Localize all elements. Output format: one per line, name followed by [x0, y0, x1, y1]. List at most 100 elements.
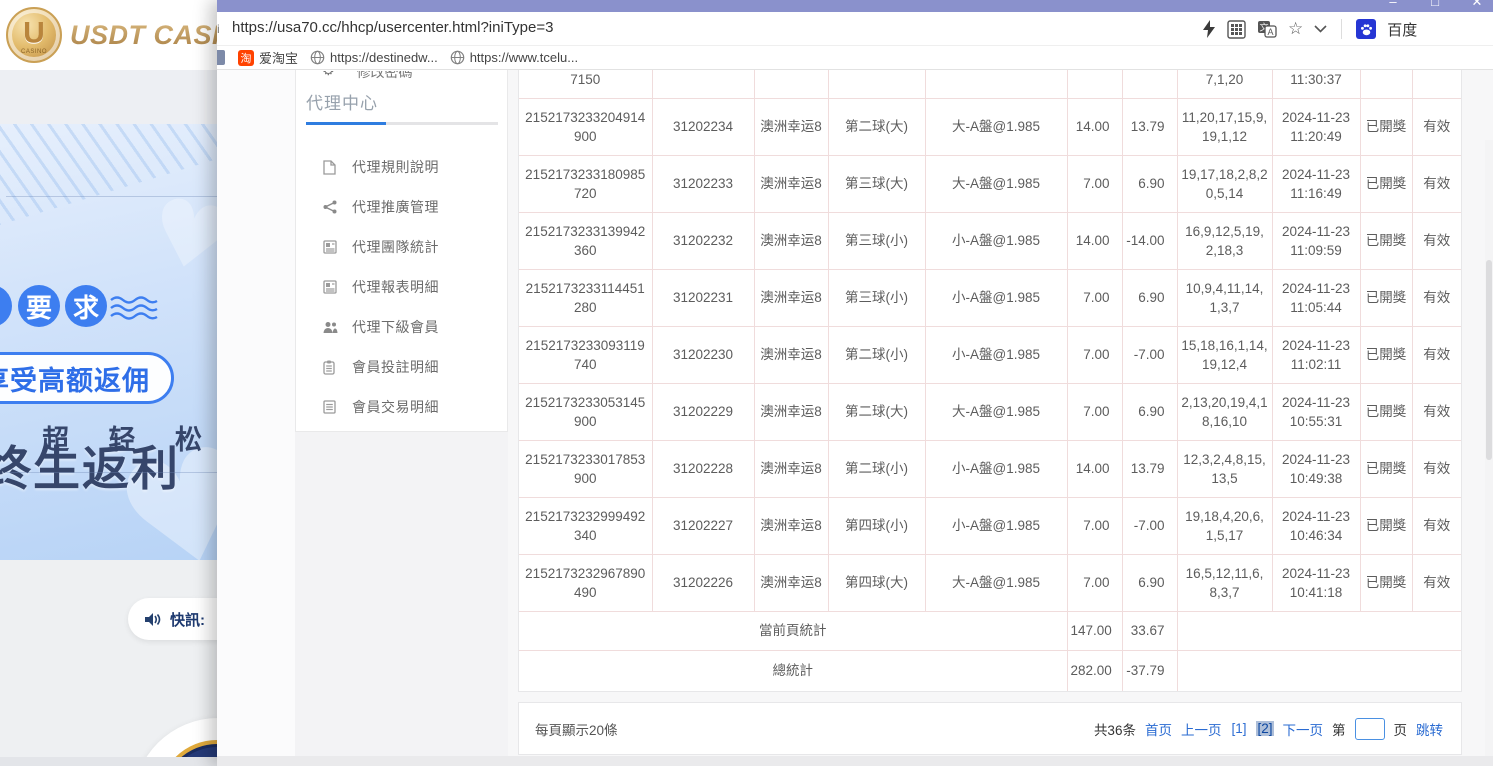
cell-time: 2024-11-23 10:46:34 [1272, 497, 1360, 554]
banner-badge: 求 [65, 285, 107, 327]
cell-game: 澳洲幸运8 [754, 497, 828, 554]
cell-winloss: -7.00 [1122, 497, 1177, 554]
cell-result: 16,5,12,11,6,8,3,7 [1177, 554, 1272, 611]
browser-window: – □ ✕ i https://usa70.cc/hhcp/usercenter… [217, 0, 1493, 766]
cell-time: 2024-11-23 10:55:31 [1272, 383, 1360, 440]
cell-time: 2024-11-23 10:49:38 [1272, 440, 1360, 497]
bet-records-table: 7150 7,1,20 11:30:37 2152173233204914900… [518, 70, 1462, 692]
cell-valid: 有效 [1412, 212, 1461, 269]
prev-page-link[interactable]: 上一页 [1181, 719, 1222, 739]
search-engine-label[interactable]: 百度 [1387, 19, 1417, 40]
sidebar-item-member-transactions[interactable]: 會員交易明細 [296, 393, 509, 421]
cell-amount: 14.00 [1067, 98, 1122, 155]
cell-result: 19,17,18,2,8,20,5,14 [1177, 155, 1272, 212]
cell-amount: 7.00 [1067, 155, 1122, 212]
cell-valid: 有效 [1412, 155, 1461, 212]
bookmark-taobao[interactable]: 淘 爱淘宝 [238, 48, 298, 67]
cell-order: 7150 [519, 70, 652, 98]
cell-game: 澳洲幸运8 [754, 155, 828, 212]
header-spacer [0, 70, 240, 124]
bookmark-link[interactable]: https://www.tcelu... [450, 50, 578, 65]
page-number-1[interactable]: [1] [1230, 721, 1247, 736]
divider [6, 472, 232, 473]
table-row: 215217323301785390031202228澳洲幸运8第二球(小)小-… [519, 440, 1461, 497]
page-number-2-active[interactable]: [2] [1256, 721, 1273, 736]
next-page-link[interactable]: 下一页 [1283, 719, 1324, 739]
cell-play: 第二球(小) [828, 440, 925, 497]
sidebar-item-team-stats[interactable]: 代理團隊統計 [296, 233, 509, 261]
sidebar-item-downline-members[interactable]: 代理下級會員 [296, 313, 509, 341]
cell-game: 澳洲幸运8 [754, 383, 828, 440]
table-row: 215217323320491490031202234澳洲幸运8第二球(大)大-… [519, 98, 1461, 155]
url-input[interactable]: https://usa70.cc/hhcp/usercenter.html?in… [232, 19, 553, 36]
svg-text:A: A [1267, 27, 1273, 37]
cell-amount: 7.00 [1067, 269, 1122, 326]
vertical-scrollbar[interactable] [1485, 140, 1493, 756]
page-jump-input[interactable] [1355, 718, 1385, 740]
pagination-bar: 每頁顯示20條 共36条 首页 上一页 [1] [2] 下一页 第 页 跳转 [518, 702, 1462, 755]
banner-badge: 要 [18, 285, 60, 327]
cell-result: 7,1,20 [1177, 70, 1272, 98]
document-icon [323, 160, 338, 175]
cell-order: 2152173233093119740 [519, 326, 652, 383]
cell-issue: 31202231 [652, 269, 754, 326]
bookmark-link[interactable]: https://destinedw... [310, 50, 438, 65]
sidebar-item-agent-promotion[interactable]: 代理推廣管理 [296, 193, 509, 221]
globe-icon [310, 50, 325, 65]
address-bar: i https://usa70.cc/hhcp/usercenter.html?… [217, 12, 1493, 46]
cell-play: 第三球(小) [828, 212, 925, 269]
cell-content: 小-A盤@1.985 [925, 440, 1067, 497]
cell-result: 11,20,17,15,9,19,1,12 [1177, 98, 1272, 155]
banner-pill: 享受高额返佣 [0, 352, 174, 404]
sidebar-item-agent-rules[interactable]: 代理規則說明 [296, 153, 509, 181]
table-row-clipped: 7150 7,1,20 11:30:37 [519, 70, 1461, 98]
total-summary-row: 總統計 282.00 -37.79 [519, 650, 1461, 691]
agent-sidebar: ⚙修改密碼 代理中心 代理規則說明 代理推廣管理 [295, 70, 508, 432]
cell-status: 已開獎 [1360, 269, 1412, 326]
lightning-icon[interactable] [1202, 20, 1216, 38]
cell-game: 澳洲幸运8 [754, 98, 828, 155]
translate-icon[interactable]: 文 A [1257, 20, 1277, 38]
apps-grid-icon[interactable] [1227, 20, 1246, 39]
users-icon [323, 320, 338, 335]
cell-status: 已開獎 [1360, 326, 1412, 383]
cell-valid: 有效 [1412, 383, 1461, 440]
globe-icon [450, 50, 465, 65]
cell-result: 16,9,12,5,19,2,18,3 [1177, 212, 1272, 269]
cell-amount: 14.00 [1067, 440, 1122, 497]
cell-game: 澳洲幸运8 [754, 212, 828, 269]
cell-issue: 31202233 [652, 155, 754, 212]
browser-titlebar[interactable]: – □ ✕ [217, 0, 1493, 12]
banner-tagline: 超 轻 松 [42, 418, 218, 457]
cell-play: 第三球(小) [828, 269, 925, 326]
cell-winloss: -14.00 [1122, 212, 1177, 269]
cell-status: 已開獎 [1360, 98, 1412, 155]
bookmark-icon-fragment[interactable] [217, 50, 226, 66]
sidebar-item-member-bets[interactable]: 會員投註明細 [296, 353, 509, 381]
close-button[interactable]: ✕ [1469, 0, 1485, 11]
chevron-down-icon[interactable] [1314, 25, 1327, 33]
cell-issue: 31202229 [652, 383, 754, 440]
divider [6, 196, 232, 197]
jump-action-link[interactable]: 跳转 [1416, 719, 1443, 739]
first-page-link[interactable]: 首页 [1145, 719, 1172, 739]
screen: U CASINO USDT CASINO ♥ ♥ 终生返利 要 求 享受高额返佣 [0, 0, 1493, 766]
minimize-button[interactable]: – [1385, 0, 1401, 11]
banner-badge-clipped [0, 285, 12, 327]
baidu-icon[interactable] [1356, 19, 1376, 39]
cell-winloss: 6.90 [1122, 269, 1177, 326]
bookmark-star-icon[interactable]: ☆ [1288, 19, 1303, 39]
page-content: ⚙修改密碼 代理中心 代理規則說明 代理推廣管理 [217, 70, 1493, 756]
cell-winloss: -7.00 [1122, 326, 1177, 383]
cell-content: 小-A盤@1.985 [925, 212, 1067, 269]
maximize-button[interactable]: □ [1427, 0, 1443, 11]
cell-issue: 31202234 [652, 98, 754, 155]
bottom-strip [0, 757, 240, 766]
report-icon [323, 280, 338, 295]
cell-issue: 31202230 [652, 326, 754, 383]
bet-table-body: 7150 7,1,20 11:30:37 2152173233204914900… [519, 70, 1461, 691]
sidebar-item-clipped[interactable]: ⚙修改密碼 [322, 71, 492, 84]
cell-play: 第二球(大) [828, 383, 925, 440]
cell-result: 15,18,16,1,14,19,12,4 [1177, 326, 1272, 383]
sidebar-item-report-detail[interactable]: 代理報表明細 [296, 273, 509, 301]
